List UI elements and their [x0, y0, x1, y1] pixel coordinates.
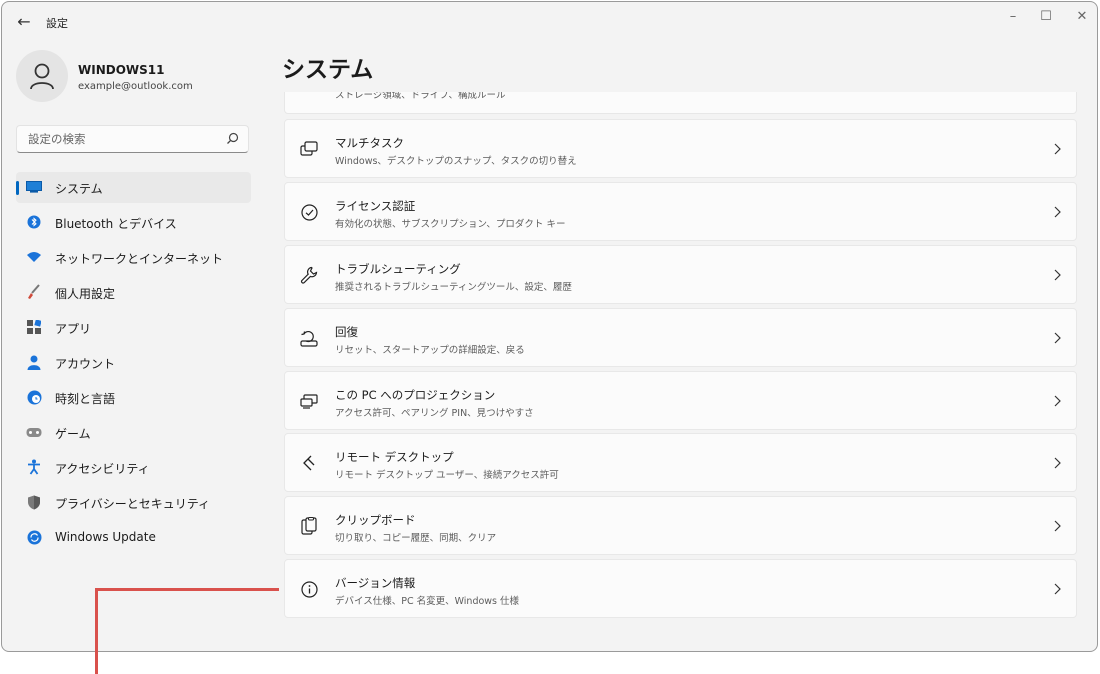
sidebar-item-apps[interactable]: アプリ	[16, 312, 251, 343]
sidebar-item-label: ネットワークとインターネット	[55, 252, 224, 266]
sidebar-item-gaming[interactable]: ゲーム	[16, 417, 251, 448]
settings-row-about[interactable]: バージョン情報 デバイス仕様、PC 名変更、Windows 仕様	[284, 559, 1077, 618]
chevron-right-icon	[1054, 269, 1061, 281]
sidebar-item-label: アクセシビリティ	[55, 462, 150, 476]
system-icon	[26, 179, 42, 195]
page-title: システム	[282, 57, 374, 83]
row-description: 有効化の状態、サブスクリプション、プロダクト キー	[335, 219, 566, 230]
settings-row-clipboard[interactable]: クリップボード 切り取り、コピー履歴、同期、クリア	[284, 496, 1077, 555]
account-icon	[26, 354, 42, 370]
sidebar-item-privacy[interactable]: プライバシーとセキュリティ	[16, 487, 251, 518]
accessibility-icon	[26, 459, 42, 475]
chevron-right-icon	[1054, 583, 1061, 595]
active-indicator	[16, 181, 19, 195]
sidebar-item-label: Bluetooth とデバイス	[55, 217, 177, 231]
apps-icon	[26, 319, 42, 335]
app-title: 設定	[46, 17, 68, 30]
bluetooth-icon	[26, 214, 42, 230]
search-input[interactable]	[26, 131, 220, 147]
settings-row-troubleshoot[interactable]: トラブルシューティング 推奨されるトラブルシューティングツール、設定、履歴	[284, 245, 1077, 304]
row-description: Windows、デスクトップのスナップ、タスクの切り替え	[335, 156, 577, 167]
row-title: ライセンス認証	[335, 199, 416, 213]
sidebar-item-accounts[interactable]: アカウント	[16, 347, 251, 378]
avatar[interactable]	[16, 50, 68, 102]
sidebar-item-windows-update[interactable]: Windows Update	[16, 522, 251, 553]
chevron-right-icon	[1054, 520, 1061, 532]
clock-globe-icon	[26, 389, 42, 405]
gamepad-icon	[26, 424, 42, 440]
brush-icon	[26, 284, 42, 300]
row-description: アクセス許可、ペアリング PIN、見つけやすさ	[335, 408, 534, 419]
chevron-right-icon	[1054, 457, 1061, 469]
search-icon[interactable]	[226, 132, 239, 145]
settings-row-projection[interactable]: この PC へのプロジェクション アクセス許可、ペアリング PIN、見つけやすさ	[284, 371, 1077, 430]
user-email: example@outlook.com	[78, 81, 193, 92]
chevron-right-icon	[1054, 395, 1061, 407]
annotation-line-vertical	[95, 588, 98, 674]
chevron-right-icon	[1054, 143, 1061, 155]
check-circle-icon	[299, 202, 319, 222]
annotation-line-horizontal	[95, 588, 279, 591]
row-description: 推奨されるトラブルシューティングツール、設定、履歴	[335, 282, 572, 293]
chevron-right-icon	[1054, 332, 1061, 344]
sidebar-item-personalization[interactable]: 個人用設定	[16, 277, 251, 308]
sidebar-item-system[interactable]: システム	[16, 172, 251, 203]
title-bar: ← 設定 – ☐ ✕	[2, 2, 1097, 42]
sidebar-item-label: 個人用設定	[55, 287, 116, 301]
row-title: この PC へのプロジェクション	[335, 388, 496, 402]
settings-row-recovery[interactable]: 回復 リセット、スタートアップの詳細設定、戻る	[284, 308, 1077, 367]
sidebar-item-label: ゲーム	[55, 427, 91, 441]
row-description: リモート デスクトップ ユーザー、接続アクセス許可	[335, 470, 559, 481]
windows-update-icon	[26, 529, 42, 545]
header-mask	[270, 40, 1090, 92]
row-title: マルチタスク	[335, 136, 404, 150]
sidebar-item-label: プライバシーとセキュリティ	[55, 497, 211, 511]
row-title: トラブルシューティング	[335, 262, 461, 276]
close-icon[interactable]: ✕	[1070, 8, 1094, 26]
sidebar-item-time-language[interactable]: 時刻と言語	[16, 382, 251, 413]
profile[interactable]: WINDOWS11 example@outlook.com	[16, 50, 256, 106]
settings-row-remote-desktop[interactable]: リモート デスクトップ リモート デスクトップ ユーザー、接続アクセス許可	[284, 433, 1077, 492]
row-description: デバイス仕様、PC 名変更、Windows 仕様	[335, 596, 520, 607]
user-name: WINDOWS11	[78, 63, 165, 77]
recovery-icon	[299, 328, 319, 348]
settings-row-multitasking[interactable]: マルチタスク Windows、デスクトップのスナップ、タスクの切り替え	[284, 119, 1077, 178]
sidebar-item-network[interactable]: ネットワークとインターネット	[16, 242, 251, 273]
projection-icon	[299, 391, 319, 411]
row-title: リモート デスクトップ	[335, 450, 454, 464]
minimize-icon[interactable]: –	[1001, 8, 1025, 26]
sidebar-item-label: アプリ	[55, 322, 92, 336]
maximize-icon[interactable]: ☐	[1034, 8, 1058, 26]
back-arrow-icon[interactable]: ←	[14, 12, 34, 32]
wrench-icon	[299, 265, 319, 285]
sidebar-item-label: アカウント	[55, 357, 116, 371]
remote-desktop-icon	[299, 453, 319, 473]
search-box[interactable]	[16, 125, 249, 153]
sidebar-item-label: システム	[55, 182, 103, 196]
sidebar-nav: システム Bluetooth とデバイス ネットワークとインターネット 個人用設…	[16, 172, 251, 557]
wifi-icon	[26, 249, 42, 265]
info-icon	[299, 579, 319, 599]
row-title: バージョン情報	[335, 576, 416, 590]
multitask-icon	[299, 139, 319, 159]
settings-row-activation[interactable]: ライセンス認証 有効化の状態、サブスクリプション、プロダクト キー	[284, 182, 1077, 241]
person-icon	[30, 63, 54, 90]
sidebar-item-accessibility[interactable]: アクセシビリティ	[16, 452, 251, 483]
sidebar-item-bluetooth[interactable]: Bluetooth とデバイス	[16, 207, 251, 238]
clipboard-icon	[299, 516, 319, 536]
sidebar-item-label: 時刻と言語	[55, 392, 116, 406]
sidebar-item-label: Windows Update	[55, 530, 156, 544]
row-title: クリップボード	[335, 513, 416, 527]
chevron-right-icon	[1054, 206, 1061, 218]
row-title: 回復	[335, 325, 358, 339]
shield-icon	[26, 494, 42, 510]
row-description: リセット、スタートアップの詳細設定、戻る	[335, 345, 525, 356]
row-description: 切り取り、コピー履歴、同期、クリア	[335, 533, 497, 544]
